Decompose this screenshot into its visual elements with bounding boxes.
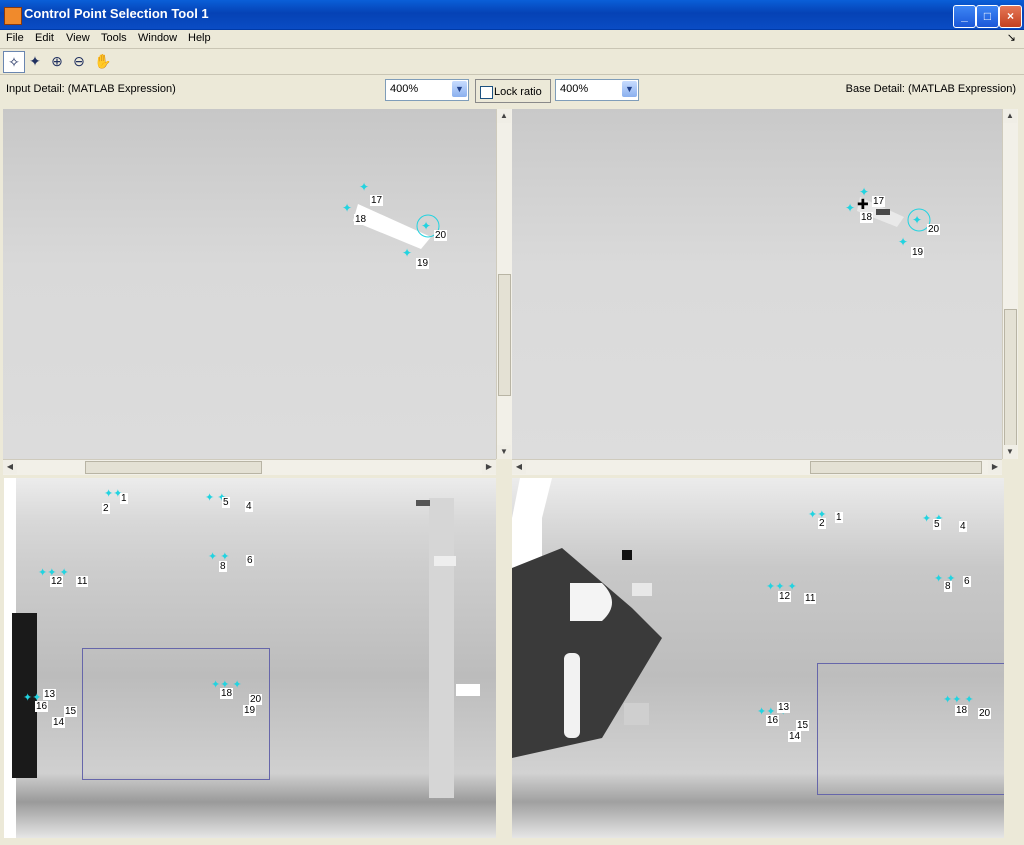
point-label: 2: [102, 503, 110, 514]
chevron-down-icon[interactable]: ▼: [452, 81, 467, 97]
scroll-up-icon[interactable]: ▲: [497, 109, 511, 123]
svg-text:✦: ✦: [859, 185, 869, 199]
input-detail-hscroll[interactable]: ◀ ▶: [3, 459, 496, 475]
point-label: 1: [120, 493, 128, 504]
base-detail-label: Base Detail: (MATLAB Expression): [845, 83, 1016, 95]
zoom-in-icon[interactable]: ⊕: [47, 51, 67, 71]
input-zoom-select[interactable]: 400% ▼: [385, 79, 469, 101]
point-label: 20: [927, 224, 941, 235]
point-label: 8: [944, 581, 952, 592]
zoom-out-icon[interactable]: ⊖: [69, 51, 89, 71]
point-label: 14: [788, 731, 802, 742]
svg-text:✦: ✦: [342, 201, 352, 215]
point-label: 4: [245, 501, 253, 512]
minimize-button[interactable]: _: [953, 5, 976, 28]
point-label: 17: [370, 195, 384, 206]
input-detail-image[interactable]: ✦ ✦ ✦ ✦ 17 18 20 19: [3, 109, 496, 459]
point-label: 20: [249, 694, 263, 705]
detail-region-box[interactable]: [82, 648, 270, 780]
menu-bar: File Edit View Tools Window Help ↘: [0, 29, 1024, 49]
menu-window[interactable]: Window: [138, 32, 177, 44]
point-label: 14: [52, 717, 66, 728]
point-label: 12: [50, 576, 64, 587]
point-label: 11: [76, 576, 89, 587]
svg-text:✦: ✦: [845, 201, 855, 215]
point-label: 6: [963, 576, 971, 587]
scroll-thumb[interactable]: [1004, 309, 1017, 451]
window-title: Control Point Selection Tool 1: [24, 6, 209, 21]
scroll-thumb[interactable]: [498, 274, 511, 396]
title-bar[interactable]: Control Point Selection Tool 1 _ □ ×: [0, 0, 1024, 30]
point-label: 19: [911, 247, 925, 258]
point-label: 5: [933, 519, 941, 530]
point-label: 16: [35, 701, 49, 712]
svg-text:✦: ✦: [402, 246, 412, 260]
point-label: 15: [796, 720, 810, 731]
base-overview-image[interactable]: ✦✦ ✦ ✦ ✦ ✦ ✦✦ ✦ ✦✦ ✦ ✦✦ ✦ 2 1 5 4 6 8 12…: [512, 478, 1004, 838]
add-point-tool-icon[interactable]: ✧: [3, 51, 25, 73]
input-detail-label: Input Detail: (MATLAB Expression): [6, 83, 176, 95]
scroll-left-icon[interactable]: ◀: [512, 460, 526, 474]
point-label: 20: [434, 230, 448, 241]
base-detail-vscroll[interactable]: ▲ ▼: [1002, 109, 1018, 459]
point-label: 4: [959, 521, 967, 532]
scroll-up-icon[interactable]: ▲: [1003, 109, 1017, 123]
base-zoom-select[interactable]: 400% ▼: [555, 79, 639, 101]
menu-view[interactable]: View: [66, 32, 90, 44]
base-detail-hscroll[interactable]: ◀ ▶: [512, 459, 1002, 475]
detail-region-box[interactable]: [817, 663, 1004, 795]
input-detail-vscroll[interactable]: ▲ ▼: [496, 109, 512, 459]
maximize-button[interactable]: □: [976, 5, 999, 28]
chevron-down-icon[interactable]: ▼: [622, 81, 637, 97]
point-label: 19: [243, 705, 257, 716]
scroll-thumb[interactable]: [85, 461, 262, 474]
lock-ratio[interactable]: Lock ratio: [475, 79, 551, 103]
scroll-left-icon[interactable]: ◀: [3, 460, 17, 474]
lock-ratio-label: Lock ratio: [494, 86, 542, 98]
point-label: 1: [835, 512, 843, 523]
point-label: 17: [872, 196, 886, 207]
point-label: 13: [43, 689, 57, 700]
point-label: 11: [804, 593, 817, 604]
point-label: 16: [766, 715, 780, 726]
point-label: 18: [955, 705, 969, 716]
pan-hand-icon[interactable]: ✋: [93, 51, 113, 71]
menu-help[interactable]: Help: [188, 32, 211, 44]
matlab-icon: [4, 7, 22, 25]
point-label: 12: [778, 591, 792, 602]
scroll-down-icon[interactable]: ▼: [1003, 445, 1017, 459]
point-label: 5: [222, 497, 230, 508]
toolbar: ✧ ✦ ⊕ ⊖ ✋: [0, 49, 1024, 75]
select-point-tool-icon[interactable]: ✦: [25, 51, 45, 71]
scroll-down-icon[interactable]: ▼: [497, 445, 511, 459]
point-label: 6: [246, 555, 254, 566]
scroll-thumb[interactable]: [810, 461, 982, 474]
svg-text:✦: ✦: [912, 213, 922, 227]
svg-text:✦: ✦: [898, 235, 908, 249]
dock-arrow-icon[interactable]: ↘: [1007, 31, 1016, 44]
point-label: 20: [978, 708, 992, 719]
menu-file[interactable]: File: [6, 32, 24, 44]
menu-edit[interactable]: Edit: [35, 32, 54, 44]
base-detail-image[interactable]: ✚ ✦ ✦ ✦ ✦ 17 18 20 19: [512, 109, 1002, 459]
point-label: 18: [220, 688, 234, 699]
point-label: 19: [416, 258, 430, 269]
point-label: 18: [354, 214, 368, 225]
point-label: 18: [860, 212, 874, 223]
lock-ratio-checkbox[interactable]: [480, 86, 493, 99]
input-overview-image[interactable]: ✦✦ ✦ ✦ ✦ ✦ ✦✦ ✦ ✦✦ ✦ ✦✦ ✦ 1 2 5 4 6 8 12…: [4, 478, 496, 838]
scroll-right-icon[interactable]: ▶: [988, 460, 1002, 474]
point-label: 8: [219, 561, 227, 572]
point-label: 13: [777, 702, 791, 713]
menu-tools[interactable]: Tools: [101, 32, 127, 44]
svg-text:✦: ✦: [359, 180, 369, 194]
point-label: 2: [818, 518, 826, 529]
app-window: Control Point Selection Tool 1 _ □ × Fil…: [0, 0, 1024, 845]
close-button[interactable]: ×: [999, 5, 1022, 28]
point-label: 15: [64, 706, 78, 717]
scroll-right-icon[interactable]: ▶: [482, 460, 496, 474]
svg-text:✦: ✦: [421, 219, 431, 233]
